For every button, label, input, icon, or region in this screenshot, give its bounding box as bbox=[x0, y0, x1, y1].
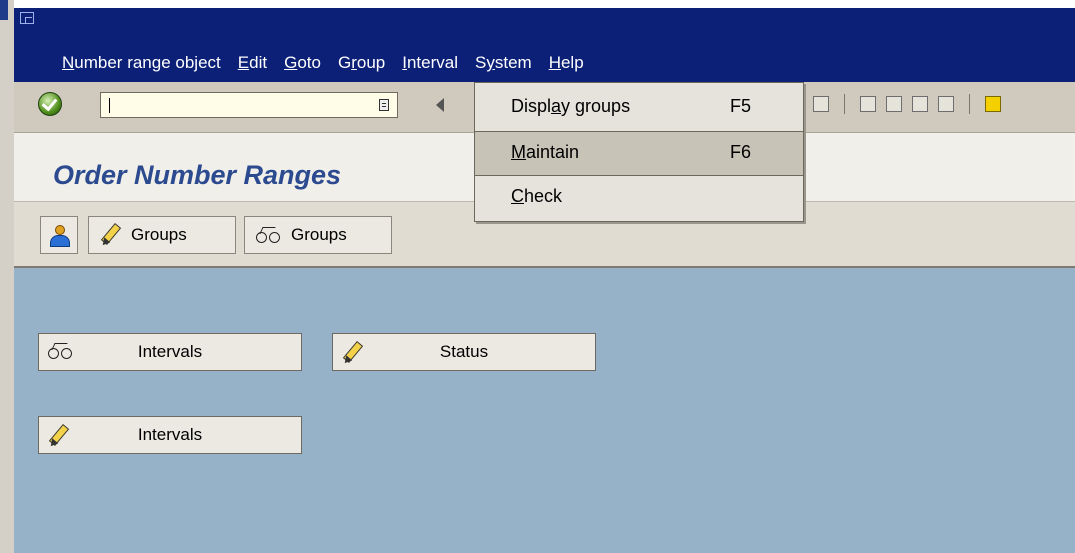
display-intervals-label: Intervals bbox=[137, 342, 203, 361]
menu-label-mnemonic: N bbox=[62, 53, 75, 72]
display-intervals-button[interactable]: Intervals bbox=[38, 333, 302, 371]
menu-label-post: umber range object bbox=[74, 53, 221, 72]
menu-goto[interactable]: Goto bbox=[284, 52, 321, 74]
status-label: Status bbox=[439, 342, 489, 361]
menu-item-shortcut: F6 bbox=[730, 142, 752, 162]
menu-label-pre: S bbox=[475, 53, 487, 72]
command-field[interactable] bbox=[100, 92, 398, 118]
menu-label-post: dit bbox=[249, 53, 268, 72]
change-intervals-label: Intervals bbox=[137, 425, 203, 444]
page-title: Order Number Ranges bbox=[53, 160, 342, 190]
create-session-icon[interactable] bbox=[985, 96, 1001, 112]
menu-label-post: stem bbox=[494, 53, 532, 72]
menu-items: Number range object Edit Goto Group Inte… bbox=[62, 52, 601, 74]
print-icon[interactable] bbox=[813, 96, 829, 112]
menu-item-label: Display groups bbox=[511, 96, 631, 116]
change-status-button[interactable]: Status bbox=[332, 333, 596, 371]
enter-icon[interactable] bbox=[38, 92, 62, 116]
window-left-edge bbox=[0, 0, 14, 553]
display-groups-label: Groups bbox=[291, 225, 347, 244]
menu-number-range-object[interactable]: Number range object bbox=[62, 52, 221, 74]
window-edge-marker bbox=[0, 0, 8, 20]
menu-group[interactable]: Group bbox=[338, 52, 385, 74]
toolbar-icon-group bbox=[808, 90, 1006, 118]
main-content bbox=[14, 268, 1075, 553]
menu-item-check[interactable]: Check bbox=[475, 176, 803, 219]
first-page-icon[interactable] bbox=[912, 96, 928, 112]
menu-label-mnemonic: H bbox=[548, 53, 561, 72]
menu-label-post: nterval bbox=[406, 53, 458, 72]
menu-item-label: Maintain bbox=[511, 142, 580, 162]
menu-system[interactable]: System bbox=[475, 52, 532, 74]
menu-label-post: oto bbox=[297, 53, 321, 72]
command-dropdown-icon[interactable] bbox=[379, 99, 389, 111]
change-groups-label: Groups bbox=[131, 225, 187, 244]
menu-edit[interactable]: Edit bbox=[238, 52, 267, 74]
previous-page-icon[interactable] bbox=[938, 96, 954, 112]
display-groups-button[interactable]: Groups bbox=[244, 216, 392, 254]
glasses-icon bbox=[255, 226, 281, 244]
menu-interval[interactable]: Interval bbox=[402, 52, 458, 74]
pencil-icon bbox=[99, 224, 121, 246]
menu-item-display-groups[interactable]: Display groups F5 bbox=[475, 86, 803, 129]
change-intervals-button[interactable]: Intervals bbox=[38, 416, 302, 454]
text-caret bbox=[109, 98, 110, 113]
menu-help[interactable]: Help bbox=[549, 52, 584, 74]
system-menu-icon[interactable] bbox=[20, 12, 34, 24]
menu-item-maintain[interactable]: Maintain F6 bbox=[475, 132, 803, 175]
menu-bar: Number range object Edit Goto Group Inte… bbox=[14, 8, 1075, 82]
toolbar-separator bbox=[969, 94, 970, 114]
menu-label-mnemonic: E bbox=[237, 53, 250, 72]
user-icon bbox=[48, 224, 70, 247]
toolbar-separator bbox=[844, 94, 845, 114]
find-icon[interactable] bbox=[860, 96, 876, 112]
menu-item-shortcut: F5 bbox=[730, 96, 752, 116]
back-icon[interactable] bbox=[436, 98, 444, 112]
menu-label-mnemonic: y bbox=[486, 53, 495, 72]
user-button[interactable] bbox=[40, 216, 78, 254]
menu-label-mnemonic: G bbox=[284, 53, 298, 72]
menu-label-pre: G bbox=[337, 53, 352, 72]
menu-item-label: Check bbox=[511, 186, 563, 206]
menu-label-post: oup bbox=[356, 53, 386, 72]
menu-label-post: elp bbox=[560, 53, 584, 72]
find-next-icon[interactable] bbox=[886, 96, 902, 112]
group-menu-dropdown: Display groups F5 Maintain F6 Check bbox=[474, 82, 804, 222]
sap-window: Number range object Edit Goto Group Inte… bbox=[0, 0, 1075, 553]
change-groups-button[interactable]: Groups bbox=[88, 216, 236, 254]
